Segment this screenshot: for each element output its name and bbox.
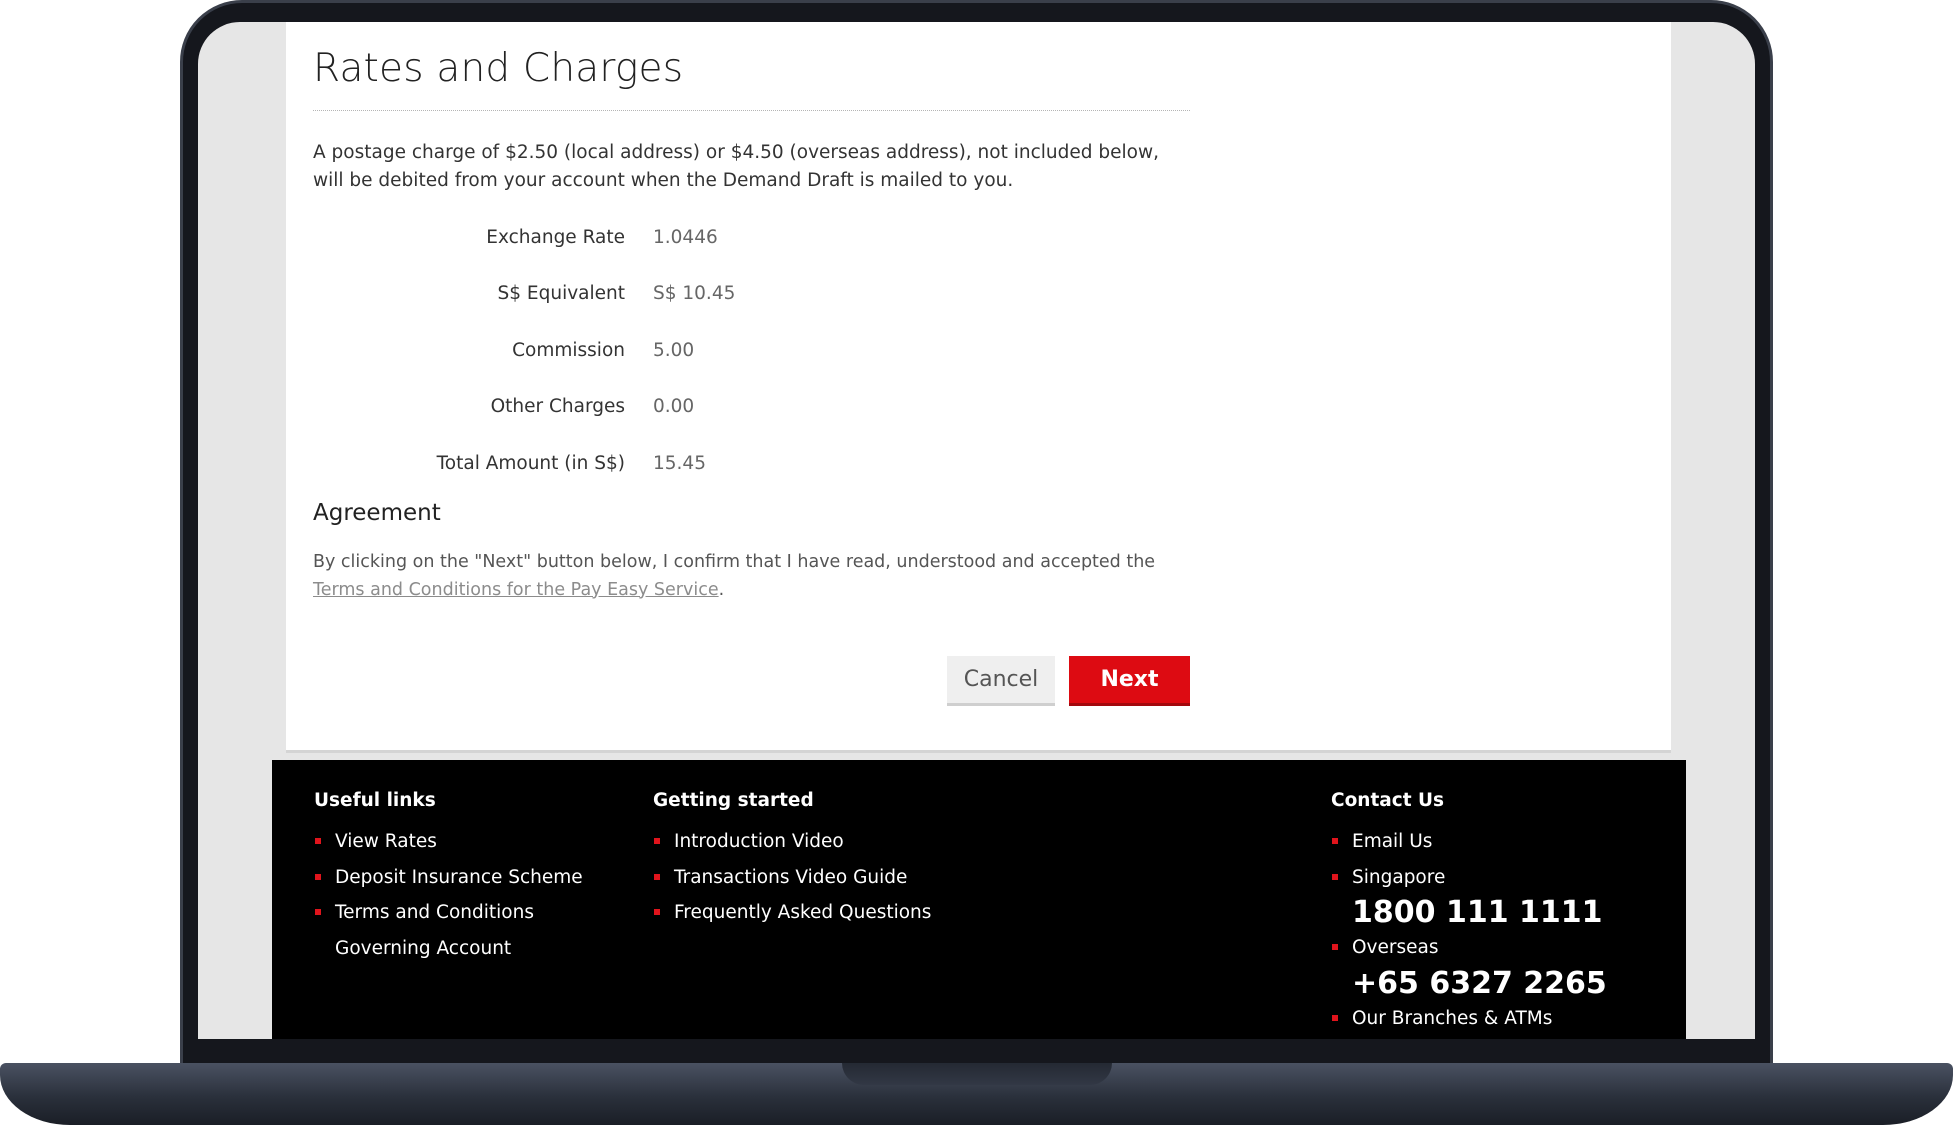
rates-table: Exchange Rate 1.0446 S$ Equivalent S$ 10…: [313, 209, 1190, 492]
next-button[interactable]: Next: [1069, 656, 1190, 706]
page-title: Rates and Charges: [313, 46, 684, 91]
contact-list: Email Us Singapore: [1331, 824, 1651, 895]
contact-us-section: Contact Us Email Us Singapore 1800 111 1…: [1331, 790, 1651, 1036]
getting-started-list: Introduction Video Transactions Video Gu…: [653, 824, 973, 931]
useful-links-list: View Rates Deposit Insurance Scheme Term…: [314, 824, 634, 966]
rates-card: Rates and Charges A postage charge of $2…: [286, 22, 1671, 753]
rate-row-other-charges: Other Charges 0.00: [313, 379, 1190, 436]
rate-row-exchange-rate: Exchange Rate 1.0446: [313, 209, 1190, 266]
footer-link-faq[interactable]: Frequently Asked Questions: [653, 895, 973, 931]
browser-screen: Rates and Charges A postage charge of $2…: [198, 22, 1755, 1039]
rate-value: 15.45: [653, 452, 706, 474]
site-footer: Useful links View Rates Deposit Insuranc…: [272, 760, 1686, 1039]
terms-link[interactable]: Terms and Conditions for the Pay Easy Se…: [313, 580, 719, 600]
footer-link-email-us[interactable]: Email Us: [1331, 824, 1651, 860]
useful-links-heading: Useful links: [314, 790, 436, 811]
rate-value: S$ 10.45: [653, 283, 736, 305]
rate-label: Total Amount (in S$): [436, 452, 625, 474]
overseas-phone[interactable]: +65 6327 2265: [1331, 966, 1651, 1001]
agreement-text: By clicking on the "Next" button below, …: [313, 548, 1193, 604]
laptop-notch: [842, 1063, 1112, 1085]
rate-row-total-amount: Total Amount (in S$) 15.45: [313, 435, 1190, 492]
card-content: Rates and Charges A postage charge of $2…: [313, 22, 1193, 706]
agreement-title: Agreement: [313, 499, 441, 526]
rate-value: 5.00: [653, 339, 695, 361]
useful-links-section: Useful links View Rates Deposit Insuranc…: [314, 790, 634, 966]
singapore-label: Singapore: [1331, 860, 1651, 896]
footer-link-terms-governing-account[interactable]: Terms and Conditions Governing Account: [314, 895, 625, 966]
rate-label: Commission: [512, 339, 625, 361]
postage-notice: A postage charge of $2.50 (local address…: [313, 142, 1159, 191]
rate-label: S$ Equivalent: [497, 283, 625, 305]
action-buttons: Cancel Next: [313, 656, 1190, 706]
getting-started-section: Getting started Introduction Video Trans…: [653, 790, 973, 931]
contact-list-overseas: Overseas: [1331, 930, 1651, 966]
getting-started-heading: Getting started: [653, 790, 814, 811]
singapore-phone[interactable]: 1800 111 1111: [1331, 895, 1651, 930]
footer-link-view-rates[interactable]: View Rates: [314, 824, 625, 860]
rate-value: 0.00: [653, 396, 695, 418]
rate-value: 1.0446: [653, 226, 718, 248]
contact-list-branches: Our Branches & ATMs: [1331, 1001, 1651, 1037]
rate-row-sgd-equivalent: S$ Equivalent S$ 10.45: [313, 266, 1190, 323]
footer-link-introduction-video[interactable]: Introduction Video: [653, 824, 973, 860]
footer-link-branches-atms[interactable]: Our Branches & ATMs: [1331, 1001, 1651, 1037]
cancel-button[interactable]: Cancel: [947, 656, 1055, 706]
rate-label: Other Charges: [490, 396, 625, 418]
footer-link-transactions-video-guide[interactable]: Transactions Video Guide: [653, 860, 973, 896]
footer-link-deposit-insurance[interactable]: Deposit Insurance Scheme: [314, 860, 625, 896]
rate-row-commission: Commission 5.00: [313, 322, 1190, 379]
contact-us-heading: Contact Us: [1331, 790, 1445, 811]
agreement-text-after: .: [718, 579, 725, 600]
agreement-text-before: By clicking on the "Next" button below, …: [313, 551, 1156, 572]
rate-label: Exchange Rate: [486, 226, 625, 248]
title-divider: [313, 110, 1190, 111]
overseas-label: Overseas: [1331, 930, 1651, 966]
